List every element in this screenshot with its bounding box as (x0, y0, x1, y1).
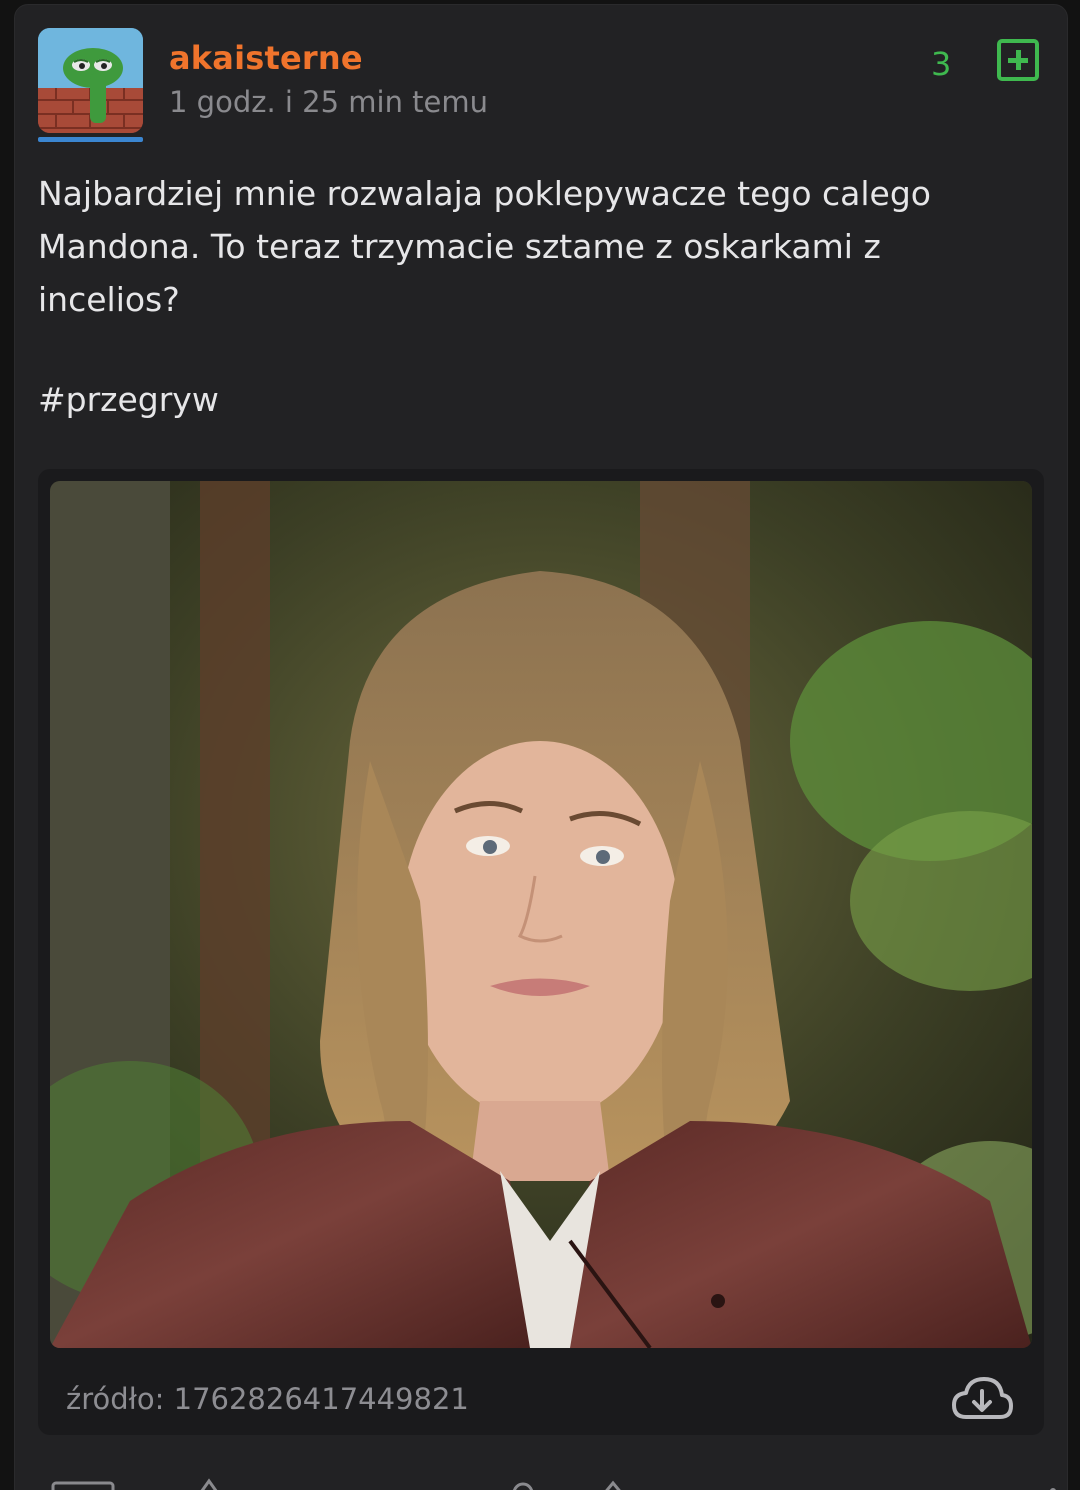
image-embed: źródło: 1762826417449821 (38, 469, 1044, 1435)
hashtag-link[interactable]: #przegryw (38, 380, 219, 419)
page: akaisterne 1 godz. i 25 min temu 3 Najba… (0, 0, 1080, 1490)
avatar-underline (38, 137, 143, 142)
plus-square-icon[interactable] (997, 39, 1039, 81)
post-card: akaisterne 1 godz. i 25 min temu 3 Najba… (14, 4, 1068, 1490)
frog-avatar-icon (38, 28, 143, 133)
cloud-download-icon[interactable] (950, 1373, 1014, 1425)
post-timestamp[interactable]: 1 godz. i 25 min temu (169, 85, 488, 119)
source-label[interactable]: źródło: 1762826417449821 (66, 1382, 469, 1416)
post-actions-bar (29, 1475, 1080, 1490)
portrait-photo[interactable] (50, 481, 1032, 1348)
author-name[interactable]: akaisterne (169, 39, 363, 77)
author-avatar[interactable] (38, 28, 143, 144)
vote-count: 3 (931, 45, 952, 83)
post-body: Najbardziej mnie rozwalaja poklepywacze … (38, 174, 931, 319)
